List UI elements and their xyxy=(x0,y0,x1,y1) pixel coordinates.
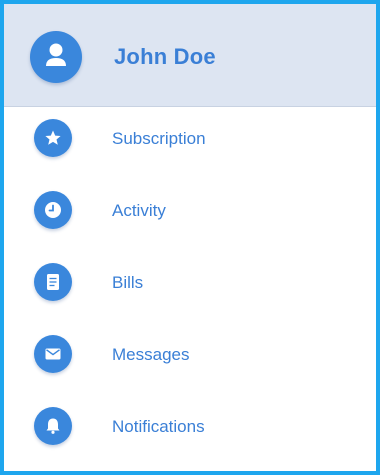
bell-icon xyxy=(34,407,72,445)
menu-label-subscription: Subscription xyxy=(112,129,206,148)
user-icon[interactable] xyxy=(30,31,82,83)
star-icon xyxy=(34,119,72,157)
menu-label-bills: Bills xyxy=(112,273,144,292)
menu-item-activity[interactable]: Activity xyxy=(4,179,376,239)
menu-item-subscription[interactable]: Subscription xyxy=(4,107,376,167)
menu-label-activity: Activity xyxy=(112,201,166,220)
menu-item-bills[interactable]: Bills xyxy=(4,251,376,311)
clock-icon xyxy=(34,191,72,229)
menu-item-notifications[interactable]: Notifications xyxy=(4,395,376,455)
user-name[interactable]: John Doe xyxy=(114,44,216,70)
menu-label-notifications: Notifications xyxy=(112,417,205,436)
profile-header[interactable]: John Doe xyxy=(4,4,376,107)
envelope-icon xyxy=(34,335,72,373)
menu-item-messages[interactable]: Messages xyxy=(4,323,376,383)
document-icon xyxy=(34,263,72,301)
menu-label-messages: Messages xyxy=(112,345,190,364)
